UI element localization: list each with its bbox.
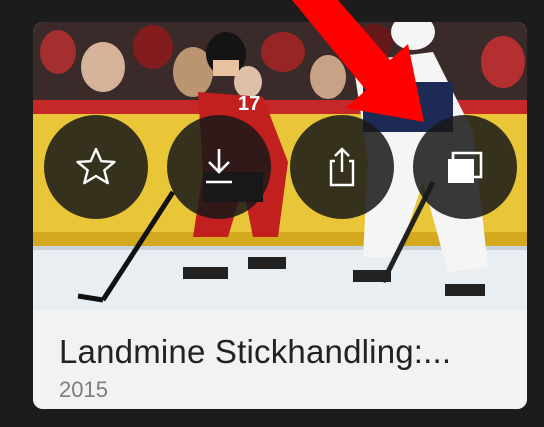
share-icon bbox=[329, 147, 355, 187]
share-button[interactable] bbox=[290, 115, 394, 219]
video-title[interactable]: Landmine Stickhandling:... bbox=[59, 333, 451, 371]
copy-windows-button[interactable] bbox=[413, 115, 517, 219]
star-icon bbox=[76, 147, 116, 185]
copy-windows-icon bbox=[448, 151, 483, 183]
download-button[interactable] bbox=[167, 115, 271, 219]
jersey-number: 17 bbox=[238, 93, 260, 115]
video-year: 2015 bbox=[59, 377, 108, 402]
download-icon bbox=[206, 149, 232, 184]
video-info: Landmine Stickhandling:... 2015 bbox=[33, 310, 527, 409]
favorite-button[interactable] bbox=[44, 115, 148, 219]
